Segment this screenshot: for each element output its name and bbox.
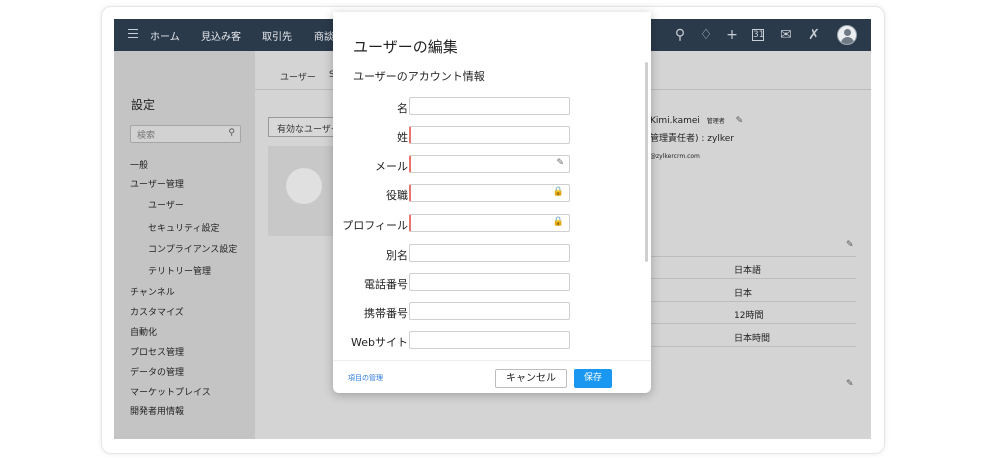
settings-sidebar: 設定 検索 ⚲ 一般 ユーザー管理 ユーザー セキュリティ設定 コンプライアンス… [114, 51, 255, 439]
pencil-icon[interactable]: ✎ [846, 240, 854, 250]
user-email: @zylkercrm.com [650, 153, 700, 160]
sidebar-item-compliance[interactable]: コンプライアンス設定 [148, 242, 237, 255]
sidebar-title: 設定 [131, 98, 156, 112]
alias-input[interactable] [409, 244, 570, 262]
profile-input[interactable]: 🔒 [409, 214, 570, 232]
calendar-icon[interactable]: 31 [752, 29, 764, 41]
bell-icon[interactable]: ♢ [698, 27, 714, 43]
sidebar-item-data[interactable]: データの管理 [130, 365, 184, 378]
field-label: プロフィール [342, 219, 408, 232]
table-divider [651, 301, 856, 302]
pencil-icon: ✎ [735, 116, 744, 126]
table-divider [651, 346, 856, 347]
manage-fields-link[interactable]: 項目の管理 [348, 373, 383, 383]
sidebar-item-users[interactable]: ユーザー [148, 198, 184, 211]
field-label: 携帯番号 [364, 307, 408, 320]
mail-icon[interactable]: ✉ [778, 27, 794, 43]
sidebar-item-customize[interactable]: カスタマイズ [130, 305, 184, 318]
modal-title: ユーザーの編集 [353, 38, 458, 56]
phone-input[interactable] [409, 273, 570, 291]
sidebar-item-territory[interactable]: テリトリー管理 [148, 264, 211, 277]
modal-subtitle: ユーザーのアカウント情報 [353, 70, 485, 83]
sidebar-item-process[interactable]: プロセス管理 [130, 345, 184, 358]
field-alias: 別名 [333, 244, 651, 264]
detail-time-format: 12時間 [734, 311, 764, 321]
lock-icon: 🔒 [552, 187, 564, 197]
sidebar-item-security[interactable]: セキュリティ設定 [148, 221, 219, 234]
plus-icon[interactable]: + [724, 27, 740, 43]
detail-country: 日本 [734, 289, 753, 299]
table-divider [651, 256, 856, 257]
sidebar-item-developer[interactable]: 開発者用情報 [130, 404, 184, 417]
sidebar-search-input[interactable]: 検索 ⚲ [130, 125, 241, 143]
last-name-input[interactable] [409, 126, 570, 144]
tab-users[interactable]: ユーザー [280, 70, 316, 83]
first-name-input[interactable] [409, 97, 570, 115]
detail-timezone: 日本時間 [734, 334, 771, 344]
cancel-button[interactable]: キャンセル [495, 369, 567, 388]
user-name: Kimi.kamei 管理者 ✎ [650, 116, 744, 126]
field-label: 姓 [397, 131, 408, 144]
field-email: メール ✎ [333, 155, 651, 175]
sidebar-item-general[interactable]: 一般 [130, 158, 148, 171]
field-label: 別名 [386, 249, 408, 262]
tools-icon[interactable]: ✗ [806, 27, 822, 43]
email-input[interactable]: ✎ [409, 155, 570, 173]
table-divider [651, 278, 856, 279]
nav-tab-accounts[interactable]: 取引先 [262, 28, 292, 43]
save-button[interactable]: 保存 [574, 369, 612, 388]
hamburger-menu-icon[interactable] [128, 29, 138, 39]
field-label: 電話番号 [364, 278, 408, 291]
field-label: 名 [397, 102, 408, 115]
role-input[interactable]: 🔒 [409, 184, 570, 202]
pencil-icon[interactable]: ✎ [556, 158, 564, 168]
nav-tab-home[interactable]: ホーム [150, 28, 180, 43]
modal-scrollbar[interactable] [645, 62, 648, 262]
search-placeholder: 検索 [137, 131, 156, 141]
search-icon[interactable]: ⚲ [672, 27, 688, 43]
field-label: メール [375, 160, 408, 173]
field-role: 役職 🔒 [333, 184, 651, 204]
field-first-name: 名 [333, 97, 651, 117]
field-label: Webサイト [351, 336, 408, 349]
pencil-icon[interactable]: ✎ [846, 379, 854, 389]
table-divider [651, 323, 856, 324]
user-manager: 管理責任者) : zylker [650, 134, 734, 144]
detail-language: 日本語 [734, 266, 762, 276]
field-profile: プロフィール 🔒 [333, 214, 651, 234]
mobile-input[interactable] [409, 302, 570, 320]
field-mobile: 携帯番号 [333, 302, 651, 322]
sidebar-item-channels[interactable]: チャンネル [130, 285, 175, 298]
website-input[interactable] [409, 331, 570, 349]
field-phone: 電話番号 [333, 273, 651, 293]
nav-tab-deals[interactable]: 商談 [314, 28, 334, 43]
sidebar-item-automation[interactable]: 自動化 [130, 325, 157, 338]
nav-tab-leads[interactable]: 見込み客 [201, 28, 241, 43]
search-icon: ⚲ [228, 128, 235, 138]
role-badge: 管理者 [706, 118, 725, 125]
edit-user-modal: ユーザーの編集 ユーザーのアカウント情報 名 姓 メール ✎ 役職 🔒 プロフィ… [333, 12, 651, 393]
modal-footer: 項目の管理 キャンセル 保存 [333, 360, 651, 393]
user-card-avatar [286, 168, 322, 204]
sidebar-item-user-management[interactable]: ユーザー管理 [130, 177, 184, 190]
user-avatar[interactable] [837, 25, 857, 45]
sidebar-item-marketplace[interactable]: マーケットプレイス [130, 385, 211, 398]
lock-icon: 🔒 [552, 217, 564, 227]
field-website: Webサイト [333, 331, 651, 351]
field-last-name: 姓 [333, 126, 651, 146]
field-label: 役職 [386, 189, 408, 202]
